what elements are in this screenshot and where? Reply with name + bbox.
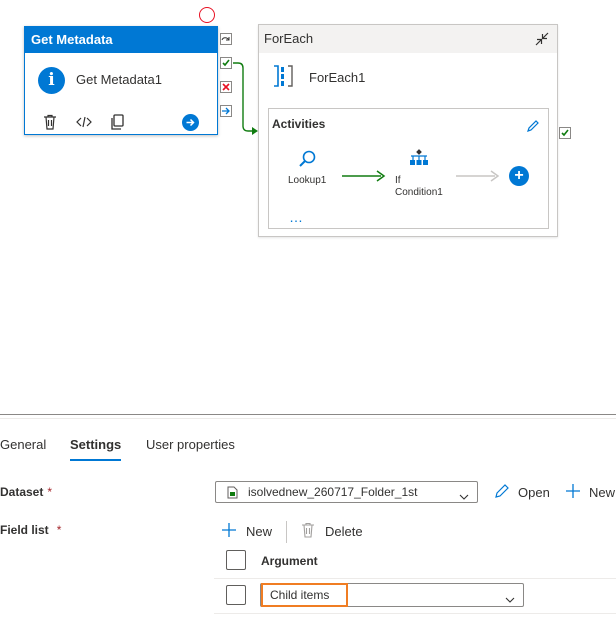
tab-user-properties[interactable]: User properties — [146, 437, 235, 461]
table-divider — [214, 578, 616, 579]
chevron-down-icon — [459, 488, 469, 506]
dataset-value: isolvednew_260717_Folder_1st — [248, 485, 418, 499]
argument-dropdown[interactable]: Child items — [260, 583, 524, 607]
new-field-button[interactable]: New — [246, 524, 272, 539]
argument-value: Child items — [270, 588, 330, 602]
search-icon[interactable] — [298, 149, 318, 174]
table-divider — [214, 613, 616, 614]
activities-container[interactable]: Activities Lookup1 If Condition1 + … — [268, 108, 549, 229]
select-all-checkbox[interactable] — [226, 550, 246, 570]
plus-icon[interactable] — [565, 483, 581, 504]
activity-type-header: ForEach — [259, 25, 557, 53]
toolbar-separator — [286, 521, 287, 543]
field-list-label-text: Field list — [0, 523, 49, 537]
panel-divider — [0, 418, 616, 419]
success-connector — [342, 170, 386, 182]
properties-panel: General Settings User properties Dataset… — [0, 414, 616, 626]
edit-pencil-icon[interactable] — [526, 119, 540, 138]
dataset-dropdown[interactable]: isolvednew_260717_Folder_1st — [215, 481, 478, 503]
foreach-icon — [271, 63, 295, 94]
row-checkbox[interactable] — [226, 585, 246, 605]
required-mark: * — [47, 485, 53, 499]
dataset-label-text: Dataset — [0, 485, 44, 499]
panel-tabs: General Settings User properties — [0, 437, 616, 461]
argument-column-header: Argument — [261, 554, 318, 568]
open-dataset-button[interactable]: Open — [518, 485, 550, 500]
success-port-icon[interactable] — [559, 127, 571, 139]
next-connector — [456, 170, 500, 182]
more-options-icon[interactable]: … — [289, 209, 304, 225]
foreach-activity[interactable]: ForEach ForEach1 Activities Lookup1 If C… — [258, 24, 558, 237]
add-activity-button[interactable]: + — [509, 166, 529, 186]
field-list-label: Field list * — [0, 523, 61, 537]
activity-name[interactable]: ForEach1 — [309, 70, 365, 85]
collapse-icon[interactable] — [533, 30, 551, 53]
tab-settings[interactable]: Settings — [70, 437, 122, 461]
pipeline-canvas[interactable]: Get Metadata i Get Metadata1 ForEach For… — [0, 0, 616, 414]
activity-label-if-condition[interactable]: If Condition1 — [395, 175, 443, 199]
dataset-label: Dataset * — [0, 485, 52, 499]
chevron-down-icon — [505, 591, 515, 609]
delete-field-button[interactable]: Delete — [325, 524, 363, 539]
new-dataset-button[interactable]: New — [589, 485, 615, 500]
tab-general[interactable]: General — [0, 437, 46, 461]
activities-title: Activities — [272, 117, 326, 131]
edit-pencil-icon[interactable] — [494, 483, 510, 504]
plus-icon[interactable] — [221, 522, 237, 543]
delete-icon[interactable] — [301, 522, 315, 543]
activity-label-lookup[interactable]: Lookup1 — [288, 175, 326, 187]
required-mark: * — [56, 523, 62, 537]
if-condition-icon[interactable] — [407, 149, 431, 174]
dataset-file-icon — [227, 486, 238, 504]
